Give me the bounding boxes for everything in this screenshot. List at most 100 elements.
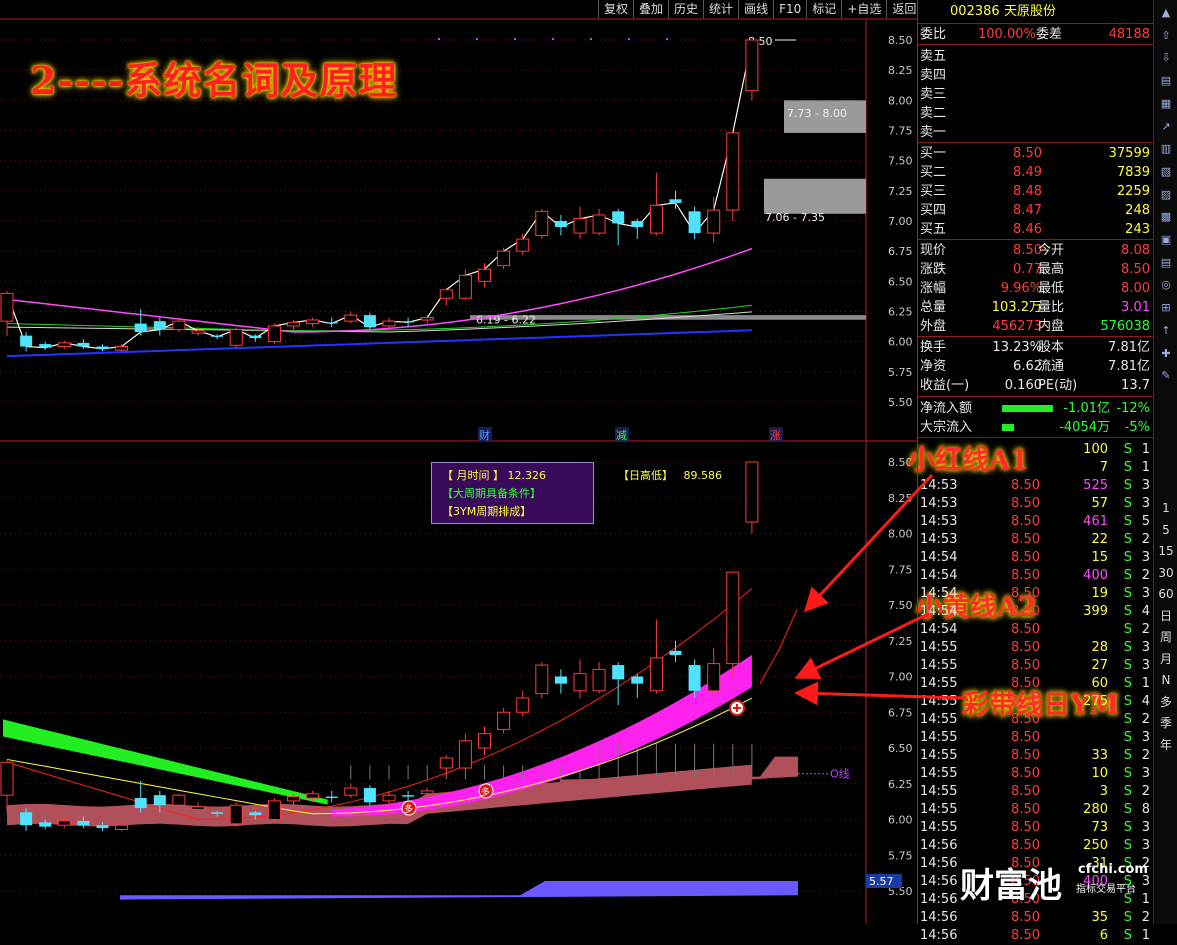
lower-candle-body xyxy=(554,676,567,684)
period-btn-2[interactable]: 15 xyxy=(1157,543,1175,560)
lower-candle-body xyxy=(745,461,759,523)
lower-candle-body xyxy=(306,793,320,799)
tick-row-2-cell: 525 xyxy=(1083,478,1108,493)
rsi-icon[interactable]: ↑ xyxy=(1157,322,1175,339)
upper-candle-body xyxy=(745,39,759,92)
upper-candle-body xyxy=(363,315,376,328)
stat-row-3-cell: 103.2万 xyxy=(991,300,1042,315)
stock-header-cell: 天原股份 xyxy=(1004,4,1057,19)
upper-candle-body xyxy=(420,317,434,321)
weibi-row-cell: 48188 xyxy=(1108,27,1150,42)
tick-row-11-cell: 28 xyxy=(1091,640,1108,655)
kline-icon[interactable]: ▥ xyxy=(1157,140,1175,157)
period-btn-6[interactable]: 周 xyxy=(1157,629,1175,646)
tick-row-11-cell: 3 xyxy=(1141,640,1150,655)
upper-price-label: 5.50 xyxy=(888,396,913,409)
lower-price-label: 7.00 xyxy=(888,671,913,684)
period-btn-4[interactable]: 60 xyxy=(1157,586,1175,603)
lower-candle-body xyxy=(57,820,71,826)
stat-row-2-cell: 8.00 xyxy=(1121,281,1150,296)
move-icon[interactable]: ✎ xyxy=(1157,367,1175,384)
analysis-icon[interactable]: ⊞ xyxy=(1157,299,1175,316)
f10-icon[interactable]: ▤ xyxy=(1157,254,1175,271)
financial-icon[interactable]: ▨ xyxy=(1157,186,1175,203)
upper-candle-body xyxy=(115,345,129,351)
period-btn-10[interactable]: 季 xyxy=(1157,715,1175,732)
list-icon[interactable]: ▤ xyxy=(1157,72,1175,89)
line-chart-icon[interactable]: ↗ xyxy=(1157,118,1175,135)
period-btn-3[interactable]: 30 xyxy=(1157,565,1175,582)
table-icon[interactable]: ▦ xyxy=(1157,95,1175,112)
tick-row-16: 14:55 8.50 S 3 xyxy=(918,728,1154,747)
lower-candle-body xyxy=(134,798,147,809)
upper-candle-body xyxy=(612,211,625,224)
stock-header-cell: 002386 xyxy=(950,4,1000,19)
lower-price-label: 8.25 xyxy=(888,492,913,505)
tick-row-5-cell: 8.50 xyxy=(1011,532,1040,547)
panel-divider xyxy=(918,437,1154,438)
stat2-row-0-cell: 13.23% xyxy=(992,340,1042,355)
lower-candle-body xyxy=(497,711,511,730)
lower-candle-body xyxy=(363,788,376,803)
lower-candle-body xyxy=(382,794,396,802)
period-btn-1[interactable]: 5 xyxy=(1157,522,1175,539)
sell-level-0-cell: 卖五 xyxy=(920,49,947,64)
period-btn-5[interactable]: 日 xyxy=(1157,608,1175,625)
stat2-row-1-cell: 净资 xyxy=(920,359,947,374)
tick-row-1-cell: 7 xyxy=(1099,460,1108,475)
upper-price-label: 5.75 xyxy=(888,366,913,379)
buy-level-3: 买四 8.47 248 xyxy=(918,201,1154,220)
tick-row-0-cell: S xyxy=(1123,442,1132,457)
page-down-icon[interactable]: ⇩ xyxy=(1157,49,1175,66)
tick-row-0-cell: 100 xyxy=(1083,442,1108,457)
tick-row-7-cell: 8.50 xyxy=(1011,568,1040,583)
upper-price-label: 7.25 xyxy=(888,185,913,198)
tick-row-19-cell: 2 xyxy=(1141,784,1150,799)
watermark-logo: 财富池 cfchi.com 指标交易平台 xyxy=(958,852,1148,906)
period-btn-0[interactable]: 1 xyxy=(1157,500,1175,517)
panel-divider xyxy=(918,336,1154,337)
tick-row-13-cell: S xyxy=(1123,676,1132,691)
upper-candle-body xyxy=(649,204,663,234)
tick-row-22-cell: 14:56 xyxy=(920,838,958,853)
upper-candle-body xyxy=(325,322,338,324)
f12-icon[interactable]: ◎ xyxy=(1157,276,1175,293)
period-btn-11[interactable]: 年 xyxy=(1157,737,1175,754)
tick-row-3-cell: 8.50 xyxy=(1011,496,1040,511)
multi-chart-icon[interactable]: ▧ xyxy=(1157,163,1175,180)
stock-icon[interactable]: ✚ xyxy=(1157,345,1175,362)
page-up-icon[interactable]: ⇧ xyxy=(1157,27,1175,44)
stat2-row-2-cell: 收益(一) xyxy=(920,378,970,393)
sell-level-3-cell: 卖二 xyxy=(920,106,947,121)
lower-candle-body xyxy=(20,812,33,826)
marker-2: 涨 xyxy=(770,429,781,442)
news-icon[interactable]: ▣ xyxy=(1157,231,1175,248)
upper-price-label: 8.00 xyxy=(888,94,913,107)
top-marker-dot xyxy=(514,38,516,40)
period-btn-9[interactable]: 多 xyxy=(1157,694,1175,711)
tick-row-17: 14:55 8.50 33 S 2 xyxy=(918,746,1154,765)
report-icon[interactable]: ▩ xyxy=(1157,208,1175,225)
tick-row-6-cell: 3 xyxy=(1141,550,1150,565)
upper-candle-body xyxy=(478,268,491,282)
lower-candle-body xyxy=(153,795,166,806)
period-btn-7[interactable]: 月 xyxy=(1157,651,1175,668)
stat2-row-1-cell: 7.81亿 xyxy=(1108,359,1150,374)
buy-level-4-cell: 买五 xyxy=(920,222,947,237)
top-marker-dot xyxy=(590,38,592,40)
period-btn-8[interactable]: N xyxy=(1157,672,1175,689)
quote-panel: 002386 天原股份 委比 100.00% 委差 48188 卖五 卖四 卖三 卖二 卖一 买一 8.… xyxy=(917,0,1154,943)
upper-price-label: 7.75 xyxy=(888,125,913,138)
stat-row-0: 现价 8.50 今开 8.08 xyxy=(918,241,1154,260)
up-arrow-icon[interactable]: ▲ xyxy=(1157,4,1175,21)
upper-candle-body xyxy=(535,210,549,236)
upper-candle-body xyxy=(172,320,186,331)
tick-row-3-cell: 3 xyxy=(1141,496,1150,511)
tick-row-16-cell: 14:55 xyxy=(920,730,958,745)
stat-row-2: 涨幅 9.96% 最低 8.00 xyxy=(918,279,1154,298)
tick-row-14: 14:55 8.50 275 S 4 xyxy=(918,692,1154,711)
tick-row-27-cell: 8.50 xyxy=(1011,928,1040,943)
lower-candle-body xyxy=(516,697,530,713)
upper-candle-body xyxy=(0,292,14,322)
tick-row-12-cell: 27 xyxy=(1091,658,1108,673)
